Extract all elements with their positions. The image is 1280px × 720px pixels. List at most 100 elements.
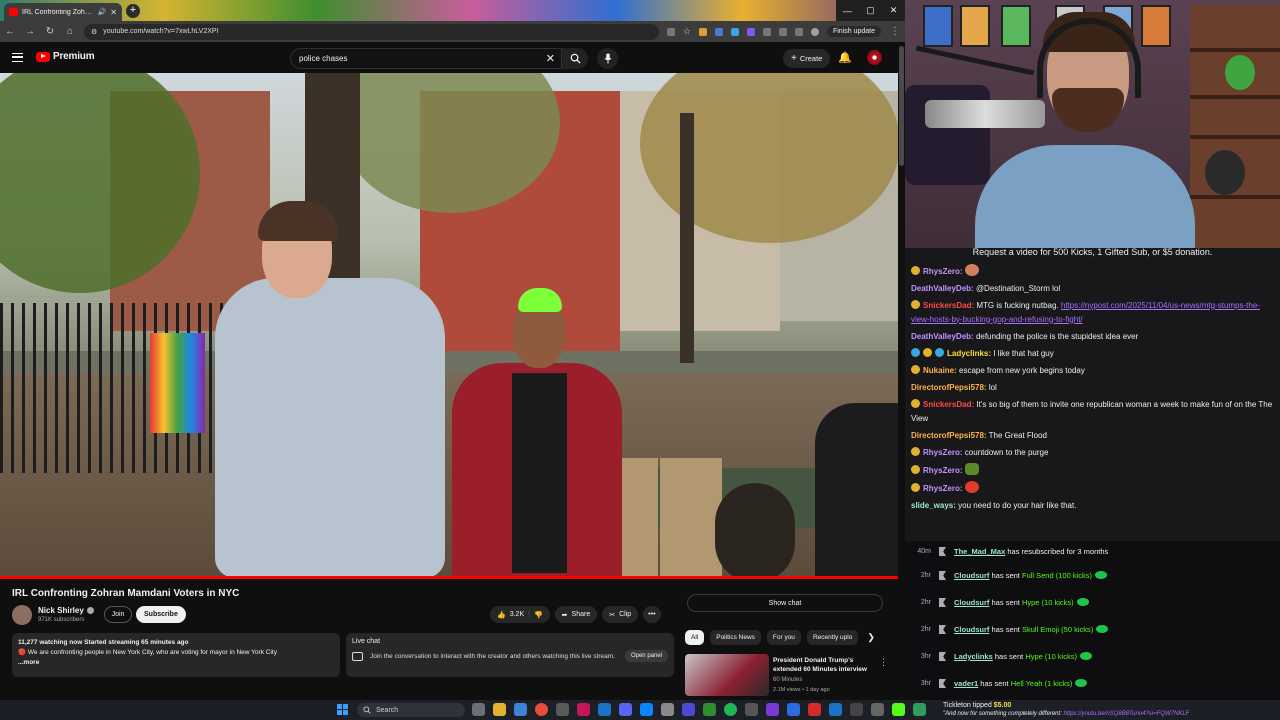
sidebar-icon[interactable]	[778, 27, 787, 36]
chip-politics-news[interactable]: Politics News	[710, 630, 761, 645]
event-user[interactable]: Cloudsurf	[954, 625, 989, 634]
finish-update-button[interactable]: Finish update	[826, 26, 881, 37]
create-button[interactable]: + Create	[783, 49, 831, 68]
site-info-icon[interactable]: ⚙	[91, 28, 97, 36]
browser-menu-icon[interactable]: ⋮	[889, 26, 901, 37]
search-button[interactable]	[562, 48, 588, 69]
extension-icon[interactable]	[714, 27, 723, 36]
app-icon[interactable]	[703, 703, 716, 716]
download-icon[interactable]	[794, 27, 803, 36]
youtube-logo[interactable]: Premium	[36, 51, 95, 62]
app-icon[interactable]	[661, 703, 674, 716]
description-more-link[interactable]: ...more	[18, 658, 334, 668]
app-icon[interactable]	[766, 703, 779, 716]
chat-username[interactable]: DirectorofPepsi578:	[911, 431, 987, 440]
puzzle-icon[interactable]	[762, 27, 771, 36]
tip-link[interactable]: https://youtu.be/nSQ8B8Tuno4?si=FQW7NKLF	[1064, 711, 1190, 717]
chip-recently-uploaded[interactable]: Recently uplo	[806, 630, 859, 645]
browser-tab-active[interactable]: IRL Confronting Zohran Ma 🔊 ✕	[4, 3, 122, 21]
back-icon[interactable]: ←	[4, 26, 16, 37]
app-icon[interactable]	[871, 703, 884, 716]
app-icon[interactable]	[598, 703, 611, 716]
task-view-icon[interactable]	[472, 703, 485, 716]
address-bar[interactable]: ⚙ youtube.com/watch?v=7xwLhLV2XPI	[84, 23, 659, 40]
channel-avatar[interactable]	[12, 605, 32, 625]
browser-app-icon[interactable]	[514, 703, 527, 716]
chat-username[interactable]: SnickersDad:	[923, 400, 974, 409]
more-actions-button[interactable]: •••	[643, 606, 661, 623]
more-vertical-icon[interactable]: ⋮	[879, 657, 888, 668]
maximize-icon[interactable]: ▢	[859, 0, 882, 21]
home-icon[interactable]: ⌂	[64, 26, 76, 37]
extension-icon[interactable]	[730, 27, 739, 36]
chip-for-you[interactable]: For you	[766, 630, 801, 645]
extension-icon[interactable]	[698, 27, 707, 36]
app-icon[interactable]	[850, 703, 863, 716]
chat-username[interactable]: DeathValleyDeb:	[911, 284, 974, 293]
windows-start-icon[interactable]	[337, 704, 348, 715]
hamburger-menu-icon[interactable]	[12, 53, 23, 62]
chrome-icon[interactable]	[535, 703, 548, 716]
spotify-icon[interactable]	[724, 703, 737, 716]
description-box[interactable]: 11,277 watching now Started streaming 65…	[12, 633, 340, 677]
chat-username[interactable]: SnickersDad:	[923, 301, 974, 310]
chat-username[interactable]: RhysZero:	[923, 448, 963, 457]
chat-username[interactable]: DirectorofPepsi578:	[911, 383, 987, 392]
app-icon[interactable]	[640, 703, 653, 716]
file-explorer-icon[interactable]	[493, 703, 506, 716]
discord-icon[interactable]	[619, 703, 632, 716]
user-avatar[interactable]	[867, 50, 882, 65]
event-user[interactable]: Cloudsurf	[954, 598, 989, 607]
video-progress-bar[interactable]	[0, 576, 898, 579]
cast-icon[interactable]	[666, 27, 675, 36]
bookmark-star-icon[interactable]: ☆	[683, 26, 691, 37]
recommended-video[interactable]: President Donald Trump's extended 60 Min…	[685, 654, 900, 696]
reload-icon[interactable]: ↻	[44, 26, 56, 37]
chat-username[interactable]: RhysZero:	[923, 466, 963, 475]
app-icon[interactable]	[577, 703, 590, 716]
close-tab-icon[interactable]: ✕	[110, 8, 117, 17]
chat-username[interactable]: DeathValleyDeb:	[911, 332, 974, 341]
chat-username[interactable]: RhysZero:	[923, 484, 963, 493]
app-icon[interactable]	[745, 703, 758, 716]
forward-icon[interactable]: →	[24, 26, 36, 37]
notifications-bell-icon[interactable]: 🔔	[838, 51, 852, 64]
chat-username[interactable]: RhysZero:	[923, 267, 963, 276]
profile-icon[interactable]	[810, 27, 819, 36]
video-player[interactable]	[0, 73, 898, 579]
event-user[interactable]: vader1	[954, 679, 978, 688]
new-tab-button[interactable]: +	[126, 4, 140, 18]
channel-name[interactable]: Nick Shirley	[38, 606, 94, 615]
taskbar-search-input[interactable]: Search	[357, 703, 465, 717]
page-scrollbar[interactable]	[898, 42, 905, 700]
minimize-icon[interactable]: —	[836, 0, 859, 21]
voice-search-button[interactable]	[597, 48, 618, 69]
app-icon[interactable]	[913, 703, 926, 716]
scrollbar-thumb[interactable]	[899, 46, 904, 166]
app-icon[interactable]	[808, 703, 821, 716]
share-button[interactable]: ➦ Share	[554, 606, 598, 623]
clear-search-icon[interactable]: ✕	[546, 52, 555, 65]
open-panel-button[interactable]: Open panel	[624, 650, 668, 662]
event-user[interactable]: The_Mad_Max	[954, 547, 1005, 556]
close-window-icon[interactable]: ✕	[882, 0, 905, 21]
subscribe-button[interactable]: Subscribe	[136, 606, 186, 623]
chat-username[interactable]: Nukaine:	[923, 366, 957, 375]
speaker-icon[interactable]: 🔊	[98, 8, 107, 16]
app-icon[interactable]	[787, 703, 800, 716]
app-icon[interactable]	[682, 703, 695, 716]
chat-username[interactable]: Ladyclinks:	[947, 349, 991, 358]
extension-icon[interactable]	[746, 27, 755, 36]
chevron-right-icon[interactable]: ❯	[867, 632, 875, 643]
app-icon[interactable]	[829, 703, 842, 716]
join-button[interactable]: Join	[104, 606, 132, 623]
app-icon[interactable]	[556, 703, 569, 716]
chip-all[interactable]: All	[685, 630, 705, 645]
kick-app-icon[interactable]	[892, 703, 905, 716]
like-button[interactable]: 👍 3.2K | 👎	[490, 606, 550, 623]
thumbs-down-icon[interactable]: 👎	[534, 611, 543, 619]
event-user[interactable]: Ladyclinks	[954, 652, 993, 661]
show-chat-button[interactable]: Show chat	[687, 594, 883, 612]
clip-button[interactable]: ✂ Clip	[602, 606, 639, 623]
video-thumbnail[interactable]	[685, 654, 769, 696]
